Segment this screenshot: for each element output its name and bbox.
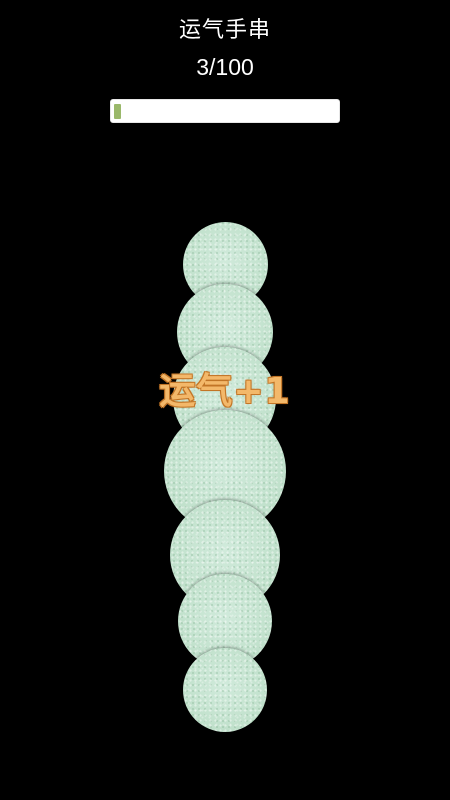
luck-plus-one-popup: 运气+1 bbox=[159, 371, 291, 412]
bead[interactable] bbox=[183, 648, 267, 732]
